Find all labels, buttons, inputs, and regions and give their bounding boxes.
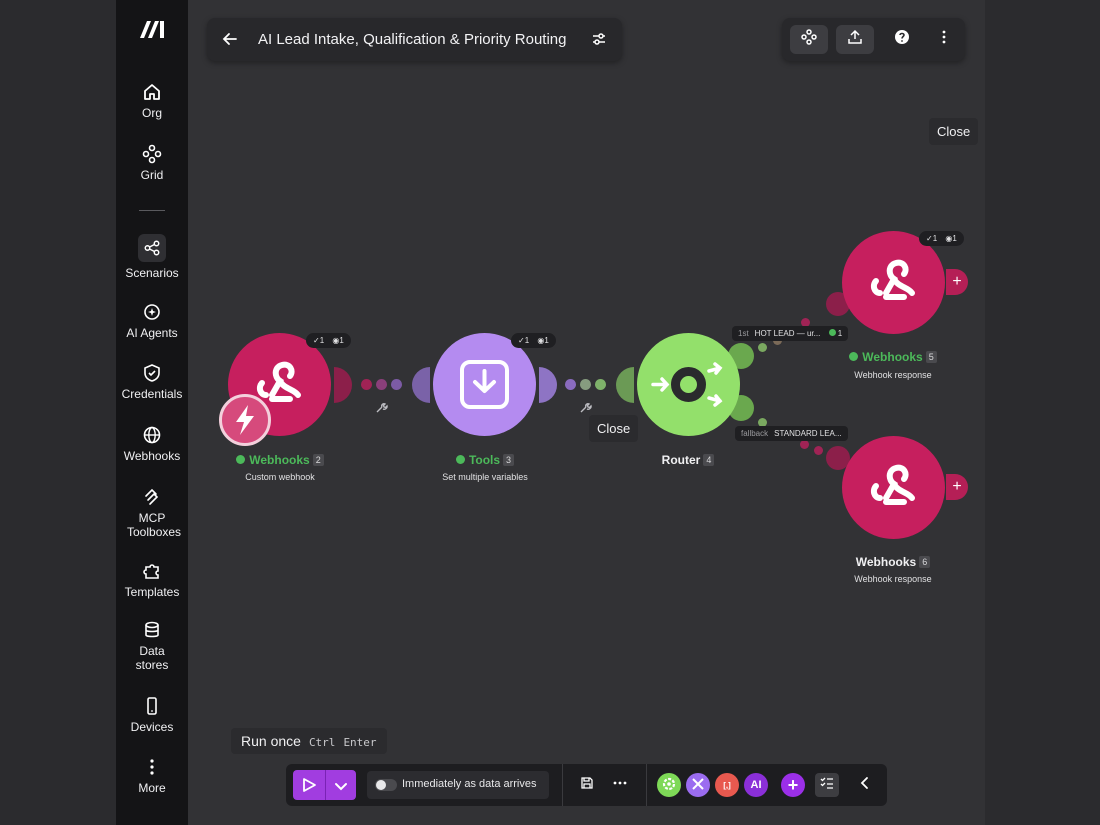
lightning-icon — [236, 405, 254, 435]
shortcut-key: Ctrl — [308, 736, 336, 749]
wrench-icon[interactable] — [374, 401, 388, 420]
checklist-icon — [819, 775, 835, 796]
module-name: Router — [661, 453, 701, 467]
operations-counter[interactable]: ✓1 ◉1 — [919, 231, 964, 246]
module-subtitle: Set multiple variables — [442, 472, 528, 482]
run-once-split-button — [293, 770, 356, 800]
operations-counter[interactable]: ✓1 ◉1 — [511, 333, 556, 348]
instant-trigger-badge[interactable] — [219, 394, 271, 446]
split-separator — [325, 770, 326, 800]
operations-counter[interactable]: ✓1 ◉1 — [306, 333, 351, 348]
status-dot — [828, 329, 836, 336]
bundle-count: 1 — [952, 234, 957, 243]
connector-dot — [758, 343, 767, 352]
flow-control-app-button[interactable] — [686, 773, 710, 797]
text-parser-app-button[interactable]: [,] — [715, 773, 739, 797]
connection-lines — [0, 0, 1100, 825]
route-count: 1 — [837, 329, 843, 338]
success-check-icon — [455, 455, 465, 464]
play-icon[interactable] — [301, 777, 317, 798]
check-icon: ✓ — [313, 336, 320, 345]
plus-icon: + — [952, 478, 962, 495]
schedule-label: Immediately as data arrives — [402, 778, 537, 790]
toolbar-divider — [646, 764, 647, 806]
module-id-badge: 5 — [925, 351, 937, 363]
switch-knob — [376, 780, 386, 790]
bundle-count: 1 — [544, 336, 549, 345]
save-icon — [580, 776, 594, 795]
webhook-icon — [870, 259, 915, 300]
more-horizontal-icon — [612, 775, 628, 796]
bundle-count: 1 — [339, 336, 344, 345]
brackets-icon: [,] — [723, 780, 731, 790]
more-options-button[interactable] — [608, 773, 632, 797]
module-subtitle: Custom webhook — [245, 472, 315, 482]
module-label: Webhooks 2 — [230, 453, 330, 467]
run-once-tooltip: Run once Ctrl Enter — [231, 728, 387, 754]
gear-icon — [662, 777, 676, 794]
connector-dot — [580, 379, 591, 390]
module-id-badge: 4 — [703, 454, 715, 466]
router-icon — [651, 362, 723, 407]
collapse-toolbar-button[interactable] — [853, 773, 877, 797]
module-id-badge: 6 — [919, 556, 931, 568]
ops-count: 1 — [319, 336, 325, 345]
crossed-tools-icon — [691, 777, 705, 794]
connector-dot — [565, 379, 576, 390]
ai-icon: AI — [750, 779, 762, 791]
close-tooltip-mid[interactable]: Close — [589, 415, 639, 442]
route-label-fallback[interactable]: fallback STANDARD LEA... — [735, 426, 848, 441]
module-webhooks-response-top[interactable] — [842, 231, 945, 334]
connector-dot — [814, 446, 823, 455]
route-order-tag: 1st — [738, 329, 749, 338]
success-check-icon — [849, 352, 859, 361]
module-id-badge: 2 — [312, 454, 324, 466]
route-order-tag: fallback — [741, 429, 769, 438]
route-label-hot-lead[interactable]: 1st HOT LEAD — ur... 1 — [732, 326, 849, 341]
chevron-down-icon[interactable] — [333, 778, 349, 799]
scheduling-switch[interactable] — [375, 779, 397, 791]
check-icon: ✓ — [518, 336, 525, 345]
connector-dot — [800, 440, 809, 449]
webhook-icon — [870, 464, 915, 505]
shortcut-key: Enter — [343, 736, 377, 749]
bottom-toolbar: Immediately as data arrives [,] AI + — [286, 764, 887, 806]
connector-dot — [391, 379, 402, 390]
ops-count: 1 — [524, 336, 530, 345]
plus-icon: + — [952, 273, 962, 290]
module-name: Webhooks — [855, 555, 917, 569]
module-label: Webhooks 5 — [843, 350, 943, 364]
module-label: Webhooks 6 — [843, 555, 943, 569]
save-button[interactable] — [575, 773, 599, 797]
schedule-toggle[interactable]: Immediately as data arrives — [367, 771, 549, 799]
download-tray-icon — [460, 360, 509, 409]
module-tools[interactable] — [433, 333, 536, 436]
connector-dot — [595, 379, 606, 390]
add-app-button[interactable]: + — [781, 773, 805, 797]
run-once-label: Run once — [241, 733, 301, 749]
module-webhooks-response-bottom[interactable] — [842, 436, 945, 539]
ai-app-button[interactable]: AI — [744, 773, 768, 797]
module-subtitle: Webhook response — [854, 370, 932, 380]
tools-app-button[interactable] — [657, 773, 681, 797]
ops-count: 1 — [932, 234, 938, 243]
plus-icon: + — [787, 774, 799, 795]
module-subtitle: Webhook response — [854, 574, 932, 584]
module-id-badge: 3 — [503, 454, 515, 466]
module-label: Tools 3 — [435, 453, 535, 467]
toolbar-divider — [562, 764, 563, 806]
module-label: Router 4 — [638, 453, 738, 467]
module-router[interactable] — [637, 333, 740, 436]
success-check-icon — [236, 455, 246, 464]
check-icon: ✓ — [926, 234, 933, 243]
route-label-text: STANDARD LEA... — [774, 429, 842, 438]
connector-dot — [376, 379, 387, 390]
module-name: Tools — [468, 453, 501, 467]
module-name: Webhooks — [249, 453, 310, 467]
route-label-text: HOT LEAD — ur... — [754, 329, 821, 338]
notes-button[interactable] — [815, 773, 839, 797]
connector-dot — [361, 379, 372, 390]
chevron-left-icon — [858, 776, 872, 795]
module-name: Webhooks — [862, 350, 923, 364]
